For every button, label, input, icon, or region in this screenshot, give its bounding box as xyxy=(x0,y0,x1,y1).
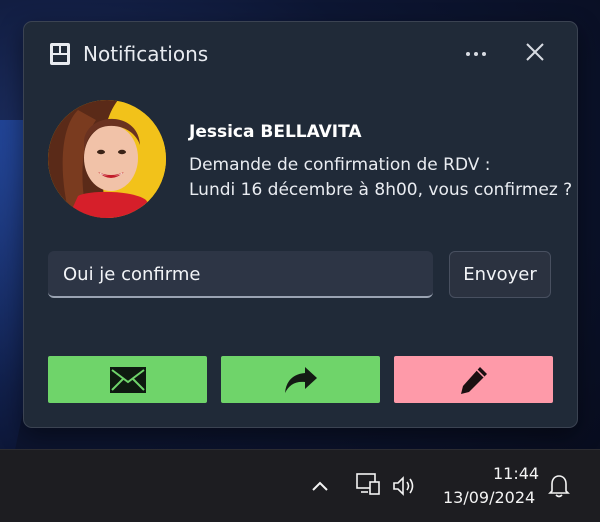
close-icon[interactable] xyxy=(524,41,546,63)
forward-arrow-icon xyxy=(284,366,317,393)
pencil-icon xyxy=(460,366,487,394)
reply-input-value: Oui je confirme xyxy=(63,264,201,285)
more-options-icon[interactable] xyxy=(462,40,490,68)
email-action-button[interactable] xyxy=(48,356,207,403)
reply-input[interactable]: Oui je confirme xyxy=(48,251,433,298)
taskbar: 11:44 13/09/2024 xyxy=(0,449,600,522)
network-icon[interactable] xyxy=(356,473,382,497)
sender-avatar xyxy=(48,100,166,218)
edit-action-button[interactable] xyxy=(394,356,553,403)
envelope-icon xyxy=(109,366,146,393)
clock-date[interactable]: 13/09/2024 xyxy=(443,488,535,507)
sender-name: Jessica BELLAVITA xyxy=(189,122,362,142)
notification-toast: Notifications Jessica BELLAVITA Demande … xyxy=(23,21,578,428)
volume-icon[interactable] xyxy=(392,476,418,496)
show-hidden-icons-chevron-icon[interactable] xyxy=(311,480,329,492)
forward-action-button[interactable] xyxy=(221,356,380,403)
message-line-1: Demande de confirmation de RDV : xyxy=(189,155,491,175)
toast-title: Notifications xyxy=(83,42,209,66)
app-icon xyxy=(50,43,70,65)
notification-bell-icon[interactable] xyxy=(548,474,570,498)
clock-time[interactable]: 11:44 xyxy=(493,464,539,483)
message-line-2: Lundi 16 décembre à 8h00, vous confirmez… xyxy=(189,180,573,200)
send-button[interactable]: Envoyer xyxy=(449,251,551,298)
